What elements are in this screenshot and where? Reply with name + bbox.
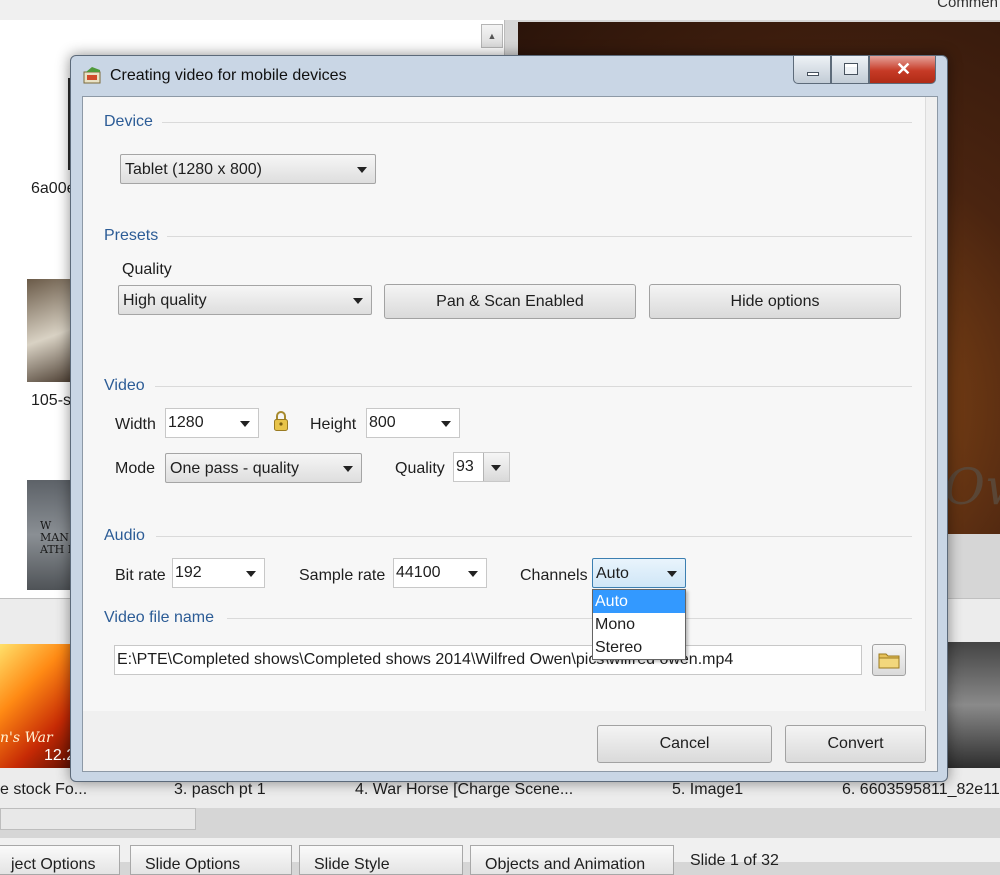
channels-option-stereo[interactable]: Stereo — [593, 636, 685, 659]
background-comments-label[interactable]: Commen — [937, 0, 998, 11]
filename-section-title: Video file name — [104, 609, 214, 626]
dialog-titlebar[interactable]: Creating video for mobile devices ✕ — [71, 56, 947, 96]
audio-section-title: Audio — [104, 527, 145, 544]
background-slide-caption-4[interactable]: 4. War Horse [Charge Scene... — [355, 781, 573, 799]
folder-icon — [878, 653, 900, 669]
background-horizontal-scrollbar[interactable] — [0, 808, 196, 830]
close-icon: ✕ — [895, 59, 912, 79]
chevron-down-icon — [240, 421, 250, 427]
video-section-title: Video — [104, 377, 145, 394]
preset-quality-value: High quality — [123, 292, 207, 309]
create-video-dialog: Creating video for mobile devices ✕ Devi… — [70, 55, 948, 782]
width-label: Width — [115, 416, 156, 433]
chevron-down-icon — [441, 421, 451, 427]
background-slide-thumbnail-6[interactable] — [946, 642, 1000, 768]
device-section-title: Device — [104, 113, 153, 130]
background-file-label-2: 105-s — [31, 392, 72, 409]
maximize-button[interactable] — [831, 56, 869, 84]
chevron-down-icon — [468, 571, 478, 577]
samplerate-label: Sample rate — [299, 567, 386, 584]
channels-dropdown-list: Auto Mono Stereo — [592, 589, 686, 660]
file-path-input[interactable]: E:\PTE\Completed shows\Completed shows 2… — [114, 645, 862, 675]
width-combo[interactable]: 1280 — [165, 408, 259, 438]
hide-options-button[interactable]: Hide options — [649, 284, 901, 319]
mode-label: Mode — [115, 460, 156, 477]
presets-section-divider — [167, 236, 912, 237]
chevron-down-icon — [353, 298, 363, 304]
filename-section-divider — [227, 618, 912, 619]
preset-quality-select[interactable]: High quality — [118, 285, 372, 315]
close-button[interactable]: ✕ — [869, 56, 936, 84]
video-quality-dropdown-button[interactable] — [483, 453, 509, 481]
app-logo-icon — [83, 67, 101, 84]
bitrate-value: 192 — [175, 564, 202, 581]
background-slide-options-button[interactable]: Slide Options — [130, 845, 292, 875]
samplerate-combo[interactable]: 44100 — [393, 558, 487, 588]
samplerate-value: 44100 — [396, 564, 441, 581]
channels-option-auto[interactable]: Auto — [593, 590, 685, 613]
device-select-value: Tablet (1280 x 800) — [125, 161, 262, 178]
bitrate-combo[interactable]: 192 — [172, 558, 265, 588]
chevron-down-icon — [357, 167, 367, 173]
background-slide-caption-5[interactable]: 5. Image1 — [672, 781, 743, 799]
aspect-lock-icon[interactable] — [273, 410, 289, 432]
background-file-label-1: 6a00e — [31, 180, 76, 197]
video-quality-label: Quality — [395, 460, 445, 477]
mode-value: One pass - quality — [170, 460, 299, 477]
background-topbar — [0, 0, 1000, 20]
bitrate-label: Bit rate — [115, 567, 166, 584]
preset-quality-label: Quality — [122, 261, 172, 278]
channels-value: Auto — [596, 565, 629, 582]
background-slide-caption-6[interactable]: 6. 6603595811_82e11 — [842, 781, 1000, 799]
maximize-icon — [844, 63, 858, 75]
background-objects-animation-button[interactable]: Objects and Animation — [470, 845, 674, 875]
background-slide-caption-overlay: n's War — [0, 730, 53, 746]
presets-section-title: Presets — [104, 227, 159, 244]
background-slide-counter: Slide 1 of 32 — [690, 852, 779, 869]
height-value: 800 — [369, 414, 396, 431]
audio-section-divider — [156, 536, 912, 537]
chevron-down-icon — [667, 571, 677, 577]
minimize-icon — [807, 72, 819, 76]
video-quality-spinner[interactable]: 93 — [453, 452, 510, 482]
channels-select[interactable]: Auto — [592, 558, 686, 588]
convert-button[interactable]: Convert — [785, 725, 926, 763]
device-section-divider — [162, 122, 912, 123]
chevron-down-icon — [491, 465, 501, 471]
chevron-down-icon — [343, 466, 353, 472]
dialog-client-area: Device Tablet (1280 x 800) Presets Quali… — [82, 96, 938, 772]
width-value: 1280 — [168, 414, 204, 431]
minimize-button[interactable] — [793, 56, 831, 84]
background-preview-text: Ow — [944, 458, 1000, 516]
background-scroll-up-button[interactable]: ▲ — [481, 24, 503, 48]
pan-scan-button[interactable]: Pan & Scan Enabled — [384, 284, 636, 319]
video-quality-value: 93 — [456, 458, 474, 475]
mode-select[interactable]: One pass - quality — [165, 453, 362, 483]
channels-label: Channels — [520, 567, 588, 584]
dialog-vertical-scrollbar[interactable] — [925, 97, 937, 711]
background-slide-caption-3[interactable]: 3. pasch pt 1 — [174, 781, 266, 799]
background-project-options-button[interactable]: ject Options — [0, 845, 120, 875]
browse-folder-button[interactable] — [872, 644, 906, 676]
background-thumbnail-2[interactable] — [27, 279, 75, 382]
chevron-down-icon — [246, 571, 256, 577]
channels-option-mono[interactable]: Mono — [593, 613, 685, 636]
dialog-title: Creating video for mobile devices — [110, 67, 347, 84]
video-section-divider — [155, 386, 912, 387]
height-label: Height — [310, 416, 357, 433]
height-combo[interactable]: 800 — [366, 408, 460, 438]
background-slide-style-button[interactable]: Slide Style — [299, 845, 463, 875]
background-slide-caption-2[interactable]: e stock Fo... — [0, 781, 87, 799]
device-select[interactable]: Tablet (1280 x 800) — [120, 154, 376, 184]
cancel-button[interactable]: Cancel — [597, 725, 772, 763]
